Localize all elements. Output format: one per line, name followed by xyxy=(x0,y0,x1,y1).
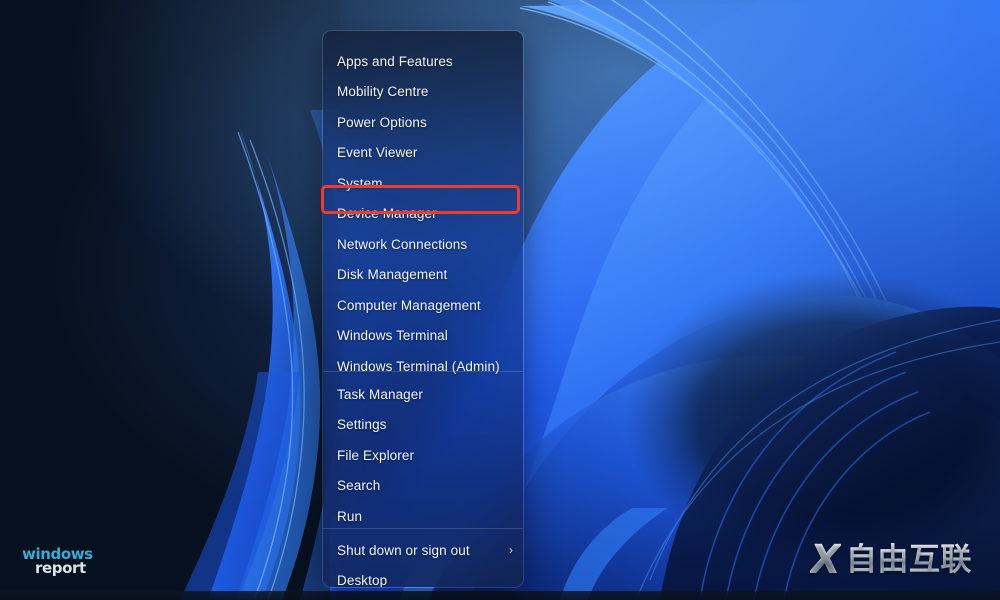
site-watermark: X 自由互联 xyxy=(810,540,972,580)
menu-item-disk-management[interactable]: Disk Management xyxy=(323,260,523,291)
site-watermark-x-mark: X xyxy=(810,537,841,583)
menu-item-label: Power Options xyxy=(337,114,427,130)
menu-item-device-manager[interactable]: Device Manager xyxy=(323,199,523,230)
menu-item-label: Event Viewer xyxy=(337,145,418,161)
menu-item-shut-down-or-sign-out[interactable]: Shut down or sign out › xyxy=(323,535,523,566)
menu-item-label: Settings xyxy=(337,417,387,433)
menu-item-mobility-centre[interactable]: Mobility Centre xyxy=(323,77,523,108)
menu-item-task-manager[interactable]: Task Manager xyxy=(323,379,523,410)
menu-item-label: Windows Terminal xyxy=(337,328,448,344)
menu-item-label: Network Connections xyxy=(337,236,468,252)
menu-item-file-explorer[interactable]: File Explorer xyxy=(323,440,523,471)
menu-item-label: System xyxy=(337,175,383,191)
menu-item-windows-terminal-admin[interactable]: Windows Terminal (Admin) xyxy=(323,351,523,382)
menu-item-event-viewer[interactable]: Event Viewer xyxy=(323,138,523,169)
menu-item-label: Mobility Centre xyxy=(337,84,429,100)
menu-item-settings[interactable]: Settings xyxy=(323,410,523,441)
windows-report-logo: windows report xyxy=(22,547,93,577)
menu-item-label: Apps and Features xyxy=(337,53,453,69)
menu-item-search[interactable]: Search xyxy=(323,471,523,502)
winx-quick-link-menu[interactable]: Apps and Features Mobility Centre Power … xyxy=(322,30,524,588)
menu-item-label: File Explorer xyxy=(337,447,415,463)
menu-item-system[interactable]: System xyxy=(323,168,523,199)
menu-item-label: Shut down or sign out xyxy=(337,542,470,558)
menu-item-list: Apps and Features Mobility Centre Power … xyxy=(323,31,523,587)
menu-item-label: Computer Management xyxy=(337,297,481,313)
windows-report-logo-line2: report xyxy=(35,558,86,577)
menu-item-network-connections[interactable]: Network Connections xyxy=(323,229,523,260)
menu-item-label: Search xyxy=(337,478,381,494)
menu-item-label: Run xyxy=(337,508,363,524)
chevron-right-icon: › xyxy=(508,543,514,558)
menu-item-label: Task Manager xyxy=(337,386,423,402)
desktop-screen: Apps and Features Mobility Centre Power … xyxy=(0,0,1000,600)
menu-separator-1 xyxy=(323,371,523,372)
menu-item-label: Disk Management xyxy=(337,267,448,283)
menu-item-windows-terminal[interactable]: Windows Terminal xyxy=(323,321,523,352)
menu-item-label: Device Manager xyxy=(337,206,437,222)
menu-item-desktop[interactable]: Desktop xyxy=(323,566,523,588)
site-watermark-text: 自由互联 xyxy=(845,542,972,578)
menu-item-power-options[interactable]: Power Options xyxy=(323,107,523,138)
menu-item-run[interactable]: Run xyxy=(323,501,523,532)
menu-item-computer-management[interactable]: Computer Management xyxy=(323,290,523,321)
taskbar-strip[interactable] xyxy=(0,591,1000,600)
menu-item-apps-and-features[interactable]: Apps and Features xyxy=(323,46,523,77)
menu-separator-2 xyxy=(323,528,523,529)
menu-item-label: Desktop xyxy=(337,573,388,588)
